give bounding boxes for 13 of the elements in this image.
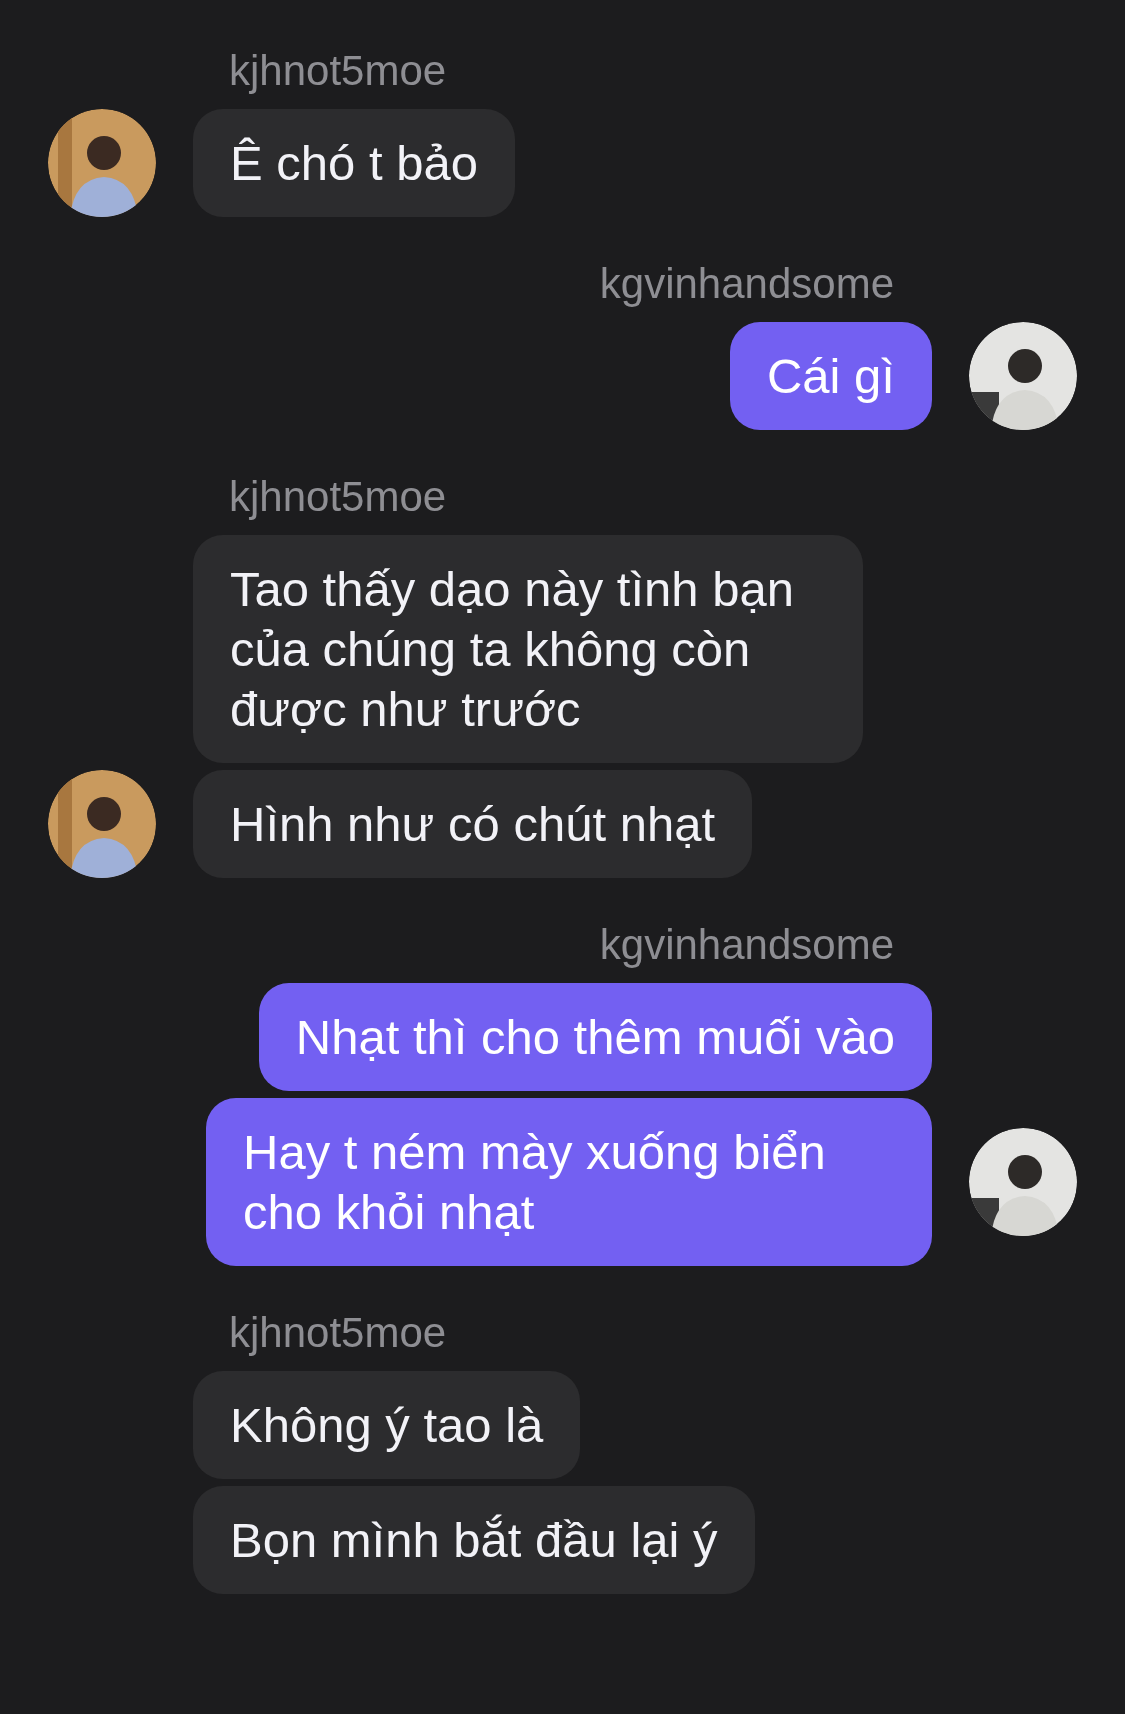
message-bubble: Cái gì bbox=[730, 322, 932, 430]
message-bubble: Nhạt thì cho thêm muối vào bbox=[258, 983, 932, 1091]
sender-name: kjhnot5moe bbox=[229, 1309, 447, 1356]
sender-name: kgvinhandsome bbox=[599, 921, 894, 968]
message-bubble: Bọn mình bắt đầu lại ý bbox=[193, 1486, 755, 1594]
sender-name: kgvinhandsome bbox=[599, 260, 894, 307]
message-bubble: Hình như có chút nhạt bbox=[193, 770, 752, 878]
message-bubble: Tao thấy dạo này tình bạn của chúng ta không còn được như trước bbox=[193, 535, 863, 763]
sender-name: kjhnot5moe bbox=[229, 473, 447, 520]
message-bubble: Không ý tao là bbox=[193, 1371, 581, 1479]
message-bubble: Hay t ném mày xuống biển cho khỏi nhạt bbox=[206, 1098, 932, 1266]
message-bubble: Ê chó t bảo bbox=[193, 109, 515, 217]
sender-name: kjhnot5moe bbox=[229, 47, 447, 94]
